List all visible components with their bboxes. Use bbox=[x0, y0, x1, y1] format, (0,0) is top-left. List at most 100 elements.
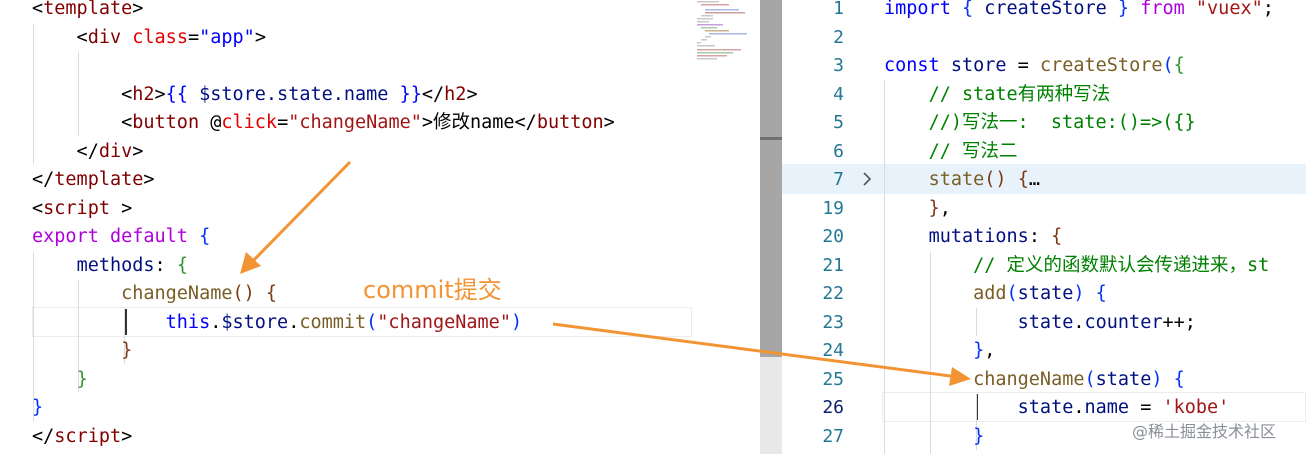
code-token: < bbox=[32, 112, 133, 133]
code-token: { bbox=[1017, 169, 1029, 190]
code-token: { bbox=[1173, 55, 1185, 76]
code-token: state bbox=[928, 169, 985, 190]
code-token: // 定义的函数默认会传递进来，st bbox=[973, 254, 1270, 276]
code-token: script bbox=[43, 197, 110, 219]
code-token: > bbox=[143, 169, 155, 190]
code-line[interactable]: }, bbox=[884, 337, 995, 365]
line-number: 22 bbox=[822, 283, 844, 304]
line-number: 23 bbox=[822, 311, 844, 333]
code-token: . bbox=[1073, 311, 1085, 333]
code-token: // state有两种写法 bbox=[928, 83, 1111, 105]
code-token: { bbox=[199, 226, 211, 247]
code-line[interactable]: //)写法一: state:()=>({} bbox=[884, 109, 1196, 137]
code-line[interactable]: methods: { bbox=[32, 252, 188, 280]
code-token: > bbox=[132, 0, 144, 19]
code-line[interactable]: import { createStore } from "vuex"; bbox=[884, 0, 1274, 23]
code-line[interactable]: const store = createStore({ bbox=[884, 52, 1185, 80]
code-token: ) bbox=[510, 311, 523, 333]
line-number: 21 bbox=[822, 254, 844, 276]
code-line[interactable]: // 定义的函数默认会传递进来，st bbox=[884, 252, 1269, 280]
code-token: this bbox=[165, 311, 211, 333]
code-line[interactable]: }, bbox=[884, 195, 951, 223]
code-token: () bbox=[984, 169, 1007, 190]
code-token: } bbox=[928, 197, 940, 219]
code-token: ) bbox=[1073, 283, 1085, 304]
code-token: add bbox=[973, 283, 1007, 304]
code-line[interactable]: <h2>{{ $store.state.name }}</h2> bbox=[32, 81, 477, 109]
code-token: () bbox=[232, 283, 255, 304]
code-token: . bbox=[1073, 397, 1085, 418]
code-token: , bbox=[984, 340, 996, 361]
code-line[interactable]: changeName(state) { bbox=[884, 366, 1185, 394]
code-line[interactable]: <button @click="changeName">修改name</butt… bbox=[32, 109, 615, 137]
code-token: button bbox=[132, 112, 200, 133]
code-token: > bbox=[132, 140, 144, 162]
code-token: counter bbox=[1084, 311, 1163, 333]
code-token: ( bbox=[1162, 55, 1174, 76]
code-line[interactable]: changeName() { bbox=[32, 280, 277, 308]
commit-annotation-label: commit提交 bbox=[363, 276, 502, 304]
code-line[interactable]: </script> bbox=[32, 423, 132, 451]
code-line[interactable]: this.$store.commit("changeName") bbox=[32, 309, 522, 337]
scrollbar-thumb[interactable] bbox=[760, 0, 782, 357]
code-line[interactable]: } bbox=[884, 423, 984, 451]
code-token: click bbox=[221, 112, 278, 133]
code-token: } bbox=[121, 340, 133, 361]
code-line[interactable]: } bbox=[32, 337, 132, 365]
code-token: button bbox=[536, 112, 604, 133]
code-token: . bbox=[288, 311, 300, 333]
code-line[interactable]: mutations: { bbox=[884, 223, 1063, 251]
code-token: state bbox=[1095, 368, 1152, 390]
code-token: template bbox=[54, 169, 144, 190]
code-token: $store.state.name bbox=[199, 83, 389, 105]
code-line[interactable]: // 写法二 bbox=[884, 138, 1018, 166]
code-token: > bbox=[109, 197, 133, 219]
minimap[interactable] bbox=[695, 0, 753, 62]
code-token: > bbox=[603, 112, 615, 133]
code-token: : bbox=[1028, 226, 1052, 247]
code-line[interactable]: </div> bbox=[32, 138, 144, 166]
code-token: { bbox=[265, 283, 278, 304]
chevron-right-icon[interactable] bbox=[860, 170, 874, 188]
code-line[interactable]: // state有两种写法 bbox=[884, 81, 1111, 109]
code-line[interactable]: </template> bbox=[32, 166, 155, 194]
code-line[interactable]: add(state) { bbox=[884, 280, 1107, 308]
code-token: createStore bbox=[984, 0, 1107, 19]
right-editor-pane[interactable]: 1 2 3 4 5 6 7 19 20 21 22 23 24 25 26 27 import { creat… bbox=[782, 0, 1306, 454]
line-number: 7 bbox=[833, 169, 844, 190]
code-token: } bbox=[973, 340, 985, 361]
code-token: @ bbox=[199, 112, 222, 133]
code-line[interactable]: <div class="app"> bbox=[32, 24, 266, 52]
code-token: class bbox=[132, 26, 188, 48]
line-number: 26 bbox=[822, 397, 844, 418]
code-token: < bbox=[32, 26, 88, 48]
code-token: $store bbox=[221, 311, 289, 333]
code-token: }} bbox=[399, 83, 422, 105]
code-token: commit bbox=[299, 311, 367, 333]
code-token: < bbox=[32, 83, 133, 105]
code-line[interactable]: <template> bbox=[32, 0, 143, 23]
code-line[interactable]: state.counter++; bbox=[884, 309, 1196, 337]
left-editor-pane[interactable]: <template> <div class="app"> <h2>{{ $sto… bbox=[0, 0, 760, 454]
code-token: = bbox=[277, 112, 289, 133]
line-number: 20 bbox=[822, 226, 844, 247]
code-token: > bbox=[154, 83, 166, 105]
code-line[interactable]: <script > bbox=[32, 195, 132, 223]
code-line[interactable]: state() {… bbox=[884, 166, 1040, 194]
line-number: 1 bbox=[833, 0, 844, 19]
code-token: script bbox=[54, 425, 122, 447]
scrollbar-position-marker bbox=[760, 137, 782, 140]
code-token: { bbox=[1051, 226, 1063, 247]
code-line[interactable]: export default { bbox=[32, 223, 210, 251]
code-line[interactable]: } bbox=[32, 394, 43, 422]
code-line[interactable]: } bbox=[32, 366, 88, 394]
